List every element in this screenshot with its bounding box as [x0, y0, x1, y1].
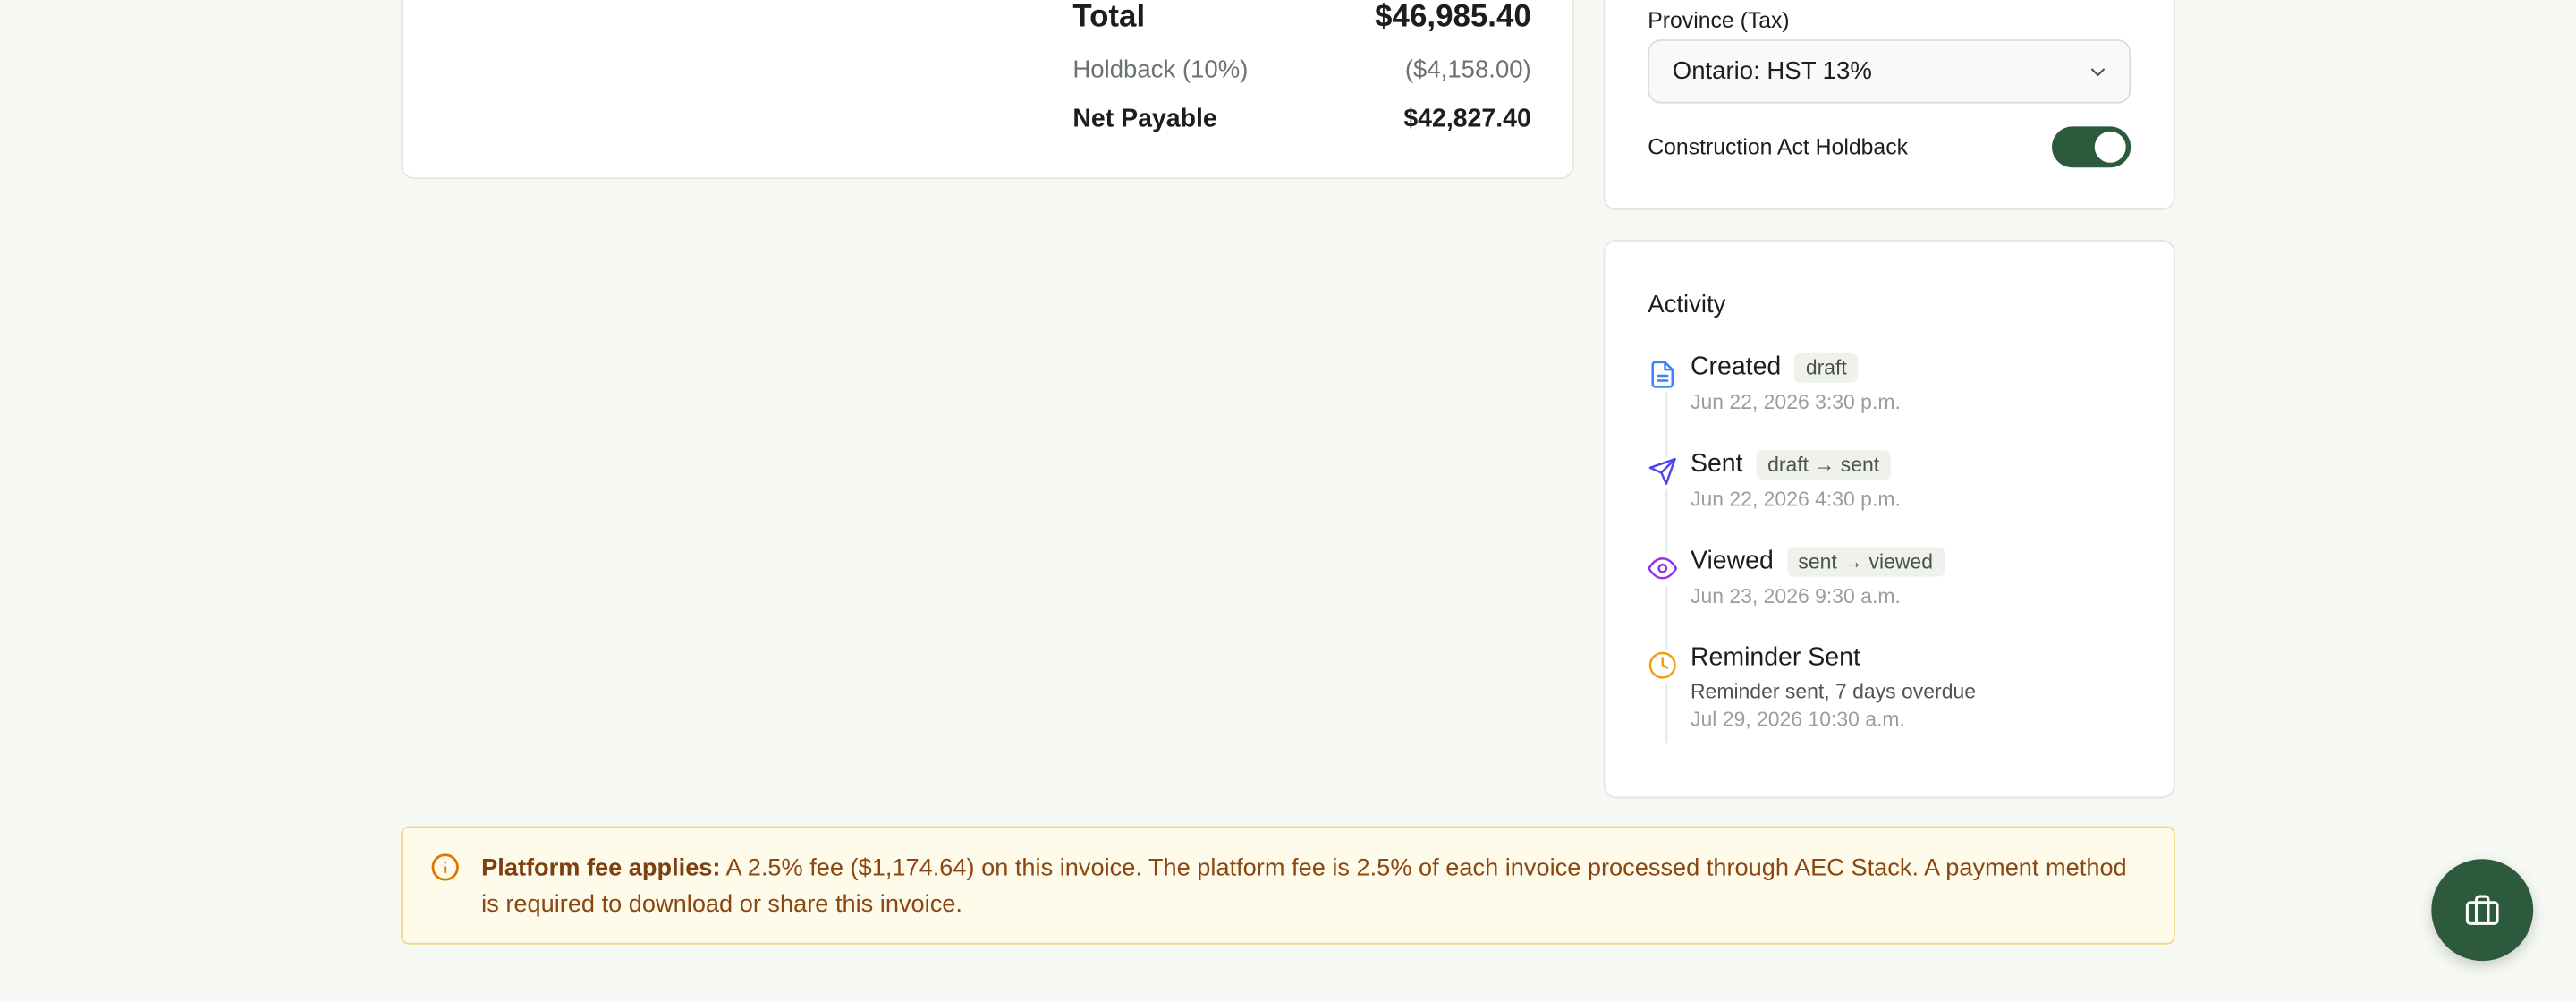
- holdback-toggle[interactable]: [2052, 126, 2131, 168]
- info-icon: [430, 853, 460, 882]
- status-badge: draft → sent: [1756, 450, 1892, 480]
- province-label: Province (Tax): [1648, 8, 1790, 33]
- net-payable-value: $42,827.40: [1403, 105, 1531, 133]
- platform-fee-banner: Platform fee applies: A 2.5% fee ($1,174…: [401, 826, 2175, 945]
- activity-time: Jul 29, 2026 10:30 a.m.: [1690, 708, 1905, 732]
- status-badge: draft: [1793, 352, 1859, 383]
- net-payable-label: Net Payable: [1072, 105, 1217, 133]
- floating-briefcase-button[interactable]: [2431, 859, 2534, 962]
- holdback-toggle-label: Construction Act Holdback: [1648, 134, 1909, 160]
- platform-fee-text: Platform fee applies: A 2.5% fee ($1,174…: [481, 851, 2144, 923]
- holdback-row: Holdback (10%) ($4,158.00): [1072, 55, 1530, 83]
- activity-card: Activity Created draft Jun 22, 2026 3:30…: [1603, 240, 2175, 799]
- activity-time: Jun 22, 2026 4:30 p.m.: [1690, 488, 1901, 512]
- activity-name: Created: [1690, 352, 1782, 381]
- activity-time: Jun 22, 2026 3:30 p.m.: [1690, 390, 1901, 414]
- net-payable-row: Net Payable $42,827.40: [1072, 106, 1530, 135]
- activity-name: Viewed: [1690, 547, 1774, 575]
- activity-note: Reminder sent, 7 days overdue: [1690, 680, 1977, 703]
- eye-icon: [1648, 553, 1681, 587]
- chevron-down-icon: [2087, 60, 2110, 83]
- clock-icon: [1648, 650, 1681, 684]
- activity-time: Jun 23, 2026 9:30 a.m.: [1690, 584, 1901, 608]
- send-icon: [1648, 456, 1681, 490]
- activity-name: Reminder Sent: [1690, 643, 1860, 672]
- status-badge: sent → viewed: [1786, 547, 1945, 577]
- province-selected-value: Ontario: HST 13%: [1672, 57, 1872, 86]
- invoice-settings-card: Province (Tax) Ontario: HST 13% Construc…: [1603, 0, 2175, 211]
- holdback-label: Holdback (10%): [1072, 55, 1249, 84]
- total-value: $46,985.40: [1375, 0, 1531, 35]
- holdback-value: ($4,158.00): [1404, 55, 1531, 84]
- platform-fee-message: A 2.5% fee ($1,174.64) on this invoice. …: [481, 855, 2127, 919]
- total-row: Total $46,985.40: [1072, 0, 1530, 36]
- document-icon: [1648, 360, 1681, 393]
- invoice-totals-card: Total $46,985.40 Holdback (10%) ($4,158.…: [401, 0, 1574, 180]
- briefcase-icon: [2464, 892, 2500, 928]
- activity-title: Activity: [1648, 290, 1726, 319]
- platform-fee-title: Platform fee applies:: [481, 855, 721, 882]
- toggle-knob: [2094, 131, 2126, 163]
- province-select[interactable]: Ontario: HST 13%: [1648, 39, 2131, 104]
- total-label: Total: [1072, 0, 1146, 35]
- activity-name: Sent: [1690, 450, 1743, 479]
